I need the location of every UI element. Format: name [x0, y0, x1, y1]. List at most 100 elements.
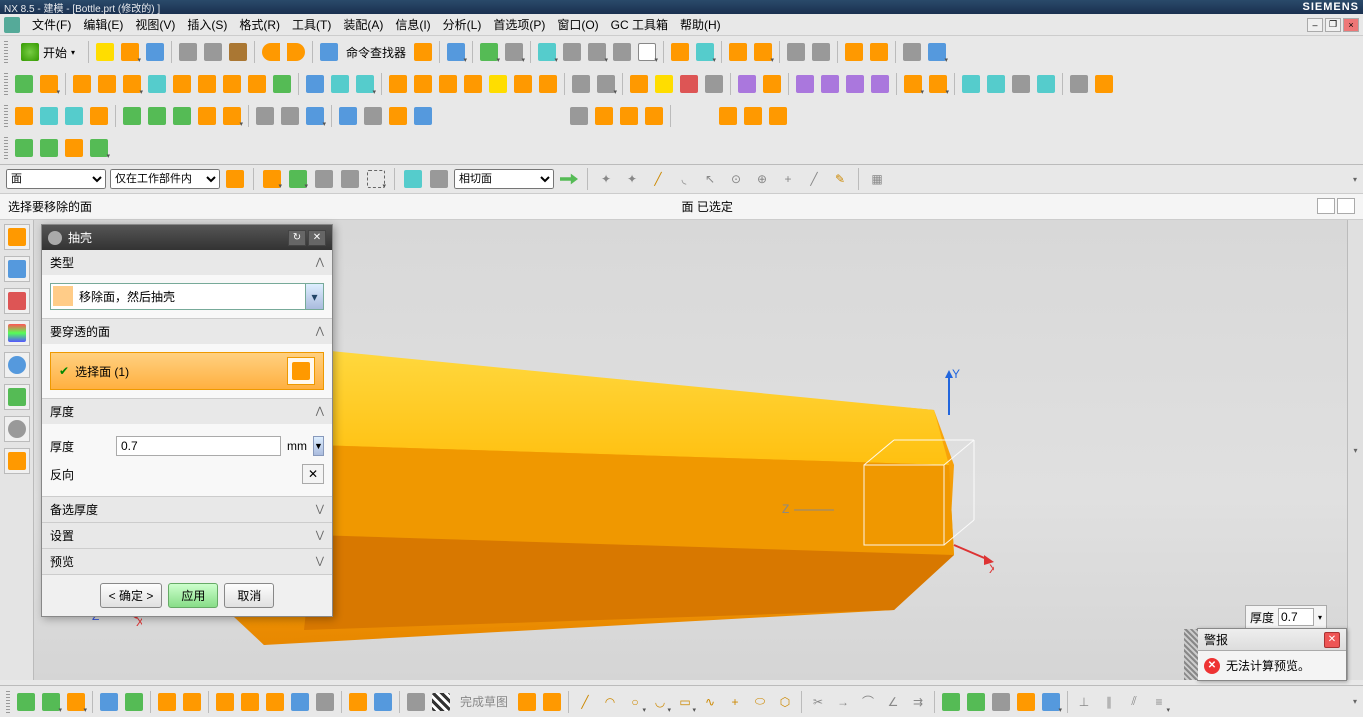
filter-btn-1[interactable]	[224, 168, 246, 190]
sk-arc[interactable]: ◠	[598, 690, 622, 714]
filter-btn-6[interactable]	[365, 168, 387, 190]
navigator-button[interactable]	[12, 104, 36, 128]
sk-btn-16[interactable]	[515, 690, 539, 714]
offset-button[interactable]	[486, 72, 510, 96]
chevron-down-icon[interactable]: ▾	[305, 284, 323, 309]
apply-button[interactable]: 应用	[168, 583, 218, 608]
shell-button[interactable]	[461, 72, 485, 96]
thick-onscreen-value[interactable]	[1278, 608, 1314, 626]
section-thickness-header[interactable]: 厚度 ⋀	[42, 399, 332, 424]
select-face-pick-button[interactable]	[287, 357, 315, 385]
sk-dim-2[interactable]	[964, 690, 988, 714]
dialog-close-button[interactable]: ✕	[308, 230, 326, 246]
ok-button[interactable]: < 确定 >	[100, 583, 163, 608]
sk-btn-1[interactable]	[14, 690, 38, 714]
sk-btn-8[interactable]	[213, 690, 237, 714]
transparent-button[interactable]	[610, 40, 634, 64]
sk-con-4[interactable]: ≡	[1147, 690, 1171, 714]
reverse-direction-button[interactable]: ✕	[302, 464, 324, 484]
filter-btn-9[interactable]	[558, 168, 580, 190]
replace-face-button[interactable]	[818, 72, 842, 96]
menu-prefs[interactable]: 首选项(P)	[487, 14, 551, 35]
sk-btn-3[interactable]	[64, 690, 88, 714]
hole-button[interactable]	[120, 72, 144, 96]
overflow-icon[interactable]: ▾	[1353, 697, 1357, 706]
shell-type-select[interactable]: 移除面，然后抽壳 ▾	[50, 283, 324, 310]
snap-5[interactable]: ↖	[699, 168, 721, 190]
tile-1-button[interactable]	[1317, 198, 1335, 214]
menu-tools[interactable]: 工具(T)	[286, 14, 337, 35]
zoom-button[interactable]	[502, 40, 526, 64]
snap-filter-select[interactable]: 相切面	[454, 169, 554, 189]
menu-help[interactable]: 帮助(H)	[674, 14, 727, 35]
wavelink-button[interactable]	[594, 72, 618, 96]
sk-con-3[interactable]: ⫽	[1122, 690, 1146, 714]
sk-btn-7[interactable]	[180, 690, 204, 714]
scale-button[interactable]	[677, 72, 701, 96]
sk-circle[interactable]: ○	[623, 690, 647, 714]
snap-4[interactable]: ◟	[673, 168, 695, 190]
sk-flag-button[interactable]	[429, 690, 453, 714]
thread-button[interactable]	[361, 104, 385, 128]
paste-button[interactable]	[226, 40, 250, 64]
text-button[interactable]	[220, 104, 244, 128]
check-button[interactable]	[120, 104, 144, 128]
thicken-button[interactable]	[511, 72, 535, 96]
datum-plane-button[interactable]	[37, 72, 61, 96]
mirror-button[interactable]	[702, 72, 726, 96]
layer-button[interactable]	[635, 40, 659, 64]
sk-btn-13[interactable]	[346, 690, 370, 714]
unite-button[interactable]	[303, 72, 327, 96]
surf-1-button[interactable]	[959, 72, 983, 96]
type-filter-select[interactable]: 面	[6, 169, 106, 189]
trim-button[interactable]	[536, 72, 560, 96]
sk-btn-5[interactable]	[122, 690, 146, 714]
expression-button[interactable]	[617, 104, 641, 128]
sk-spline[interactable]: ∿	[698, 690, 722, 714]
draft-analysis-button[interactable]	[567, 104, 591, 128]
sk-btn-14[interactable]	[371, 690, 395, 714]
examine-button[interactable]	[170, 104, 194, 128]
section-type-header[interactable]: 类型 ⋀	[42, 250, 332, 275]
redo-button[interactable]	[284, 40, 308, 64]
intersect-button[interactable]	[353, 72, 377, 96]
menu-analysis[interactable]: 分析(L)	[437, 14, 488, 35]
open-button[interactable]	[118, 40, 142, 64]
snap-7[interactable]: ⊕	[751, 168, 773, 190]
filter-btn-3[interactable]	[287, 168, 309, 190]
sk-btn-10[interactable]	[263, 690, 287, 714]
sk-offset[interactable]: ⇉	[906, 690, 930, 714]
section-pierce-header[interactable]: 要穿透的面 ⋀	[42, 319, 332, 344]
toolbar-grip[interactable]	[4, 105, 8, 127]
preview-check-button[interactable]	[195, 104, 219, 128]
overflow-icon[interactable]: ▾	[1353, 175, 1357, 184]
vis-3-button[interactable]	[62, 136, 86, 160]
sk-trim[interactable]: ✂	[806, 690, 830, 714]
sk-btn-2[interactable]	[39, 690, 63, 714]
snap-6[interactable]: ⊙	[725, 168, 747, 190]
sk-dim-5[interactable]	[1039, 690, 1063, 714]
filter-btn-5[interactable]	[339, 168, 361, 190]
sketch-button[interactable]	[12, 72, 36, 96]
section-preview-header[interactable]: 预览 ⋁	[42, 549, 332, 574]
instance-button[interactable]	[735, 72, 759, 96]
menu-assembly[interactable]: 装配(A)	[337, 14, 389, 35]
snap-1[interactable]: ✦	[595, 168, 617, 190]
groove-button[interactable]	[220, 72, 244, 96]
chevron-down-icon[interactable]: ▾	[1318, 613, 1322, 622]
repeat-button[interactable]	[317, 40, 341, 64]
group-button[interactable]	[760, 72, 784, 96]
extract-button[interactable]	[569, 72, 593, 96]
sk-btn-15[interactable]	[404, 690, 428, 714]
measure-angle-button[interactable]	[809, 40, 833, 64]
sk-point[interactable]: +	[723, 690, 747, 714]
cancel-button[interactable]: 取消	[224, 583, 274, 608]
hidden-edge-button[interactable]	[585, 40, 609, 64]
filter-btn-4[interactable]	[313, 168, 335, 190]
sk-con-2[interactable]: ∥	[1097, 690, 1121, 714]
sk-arc2[interactable]: ◡	[648, 690, 672, 714]
fit-button[interactable]	[477, 40, 501, 64]
menu-window[interactable]: 窗口(O)	[551, 14, 604, 35]
filter-btn-2[interactable]	[261, 168, 283, 190]
blend-button[interactable]	[386, 72, 410, 96]
